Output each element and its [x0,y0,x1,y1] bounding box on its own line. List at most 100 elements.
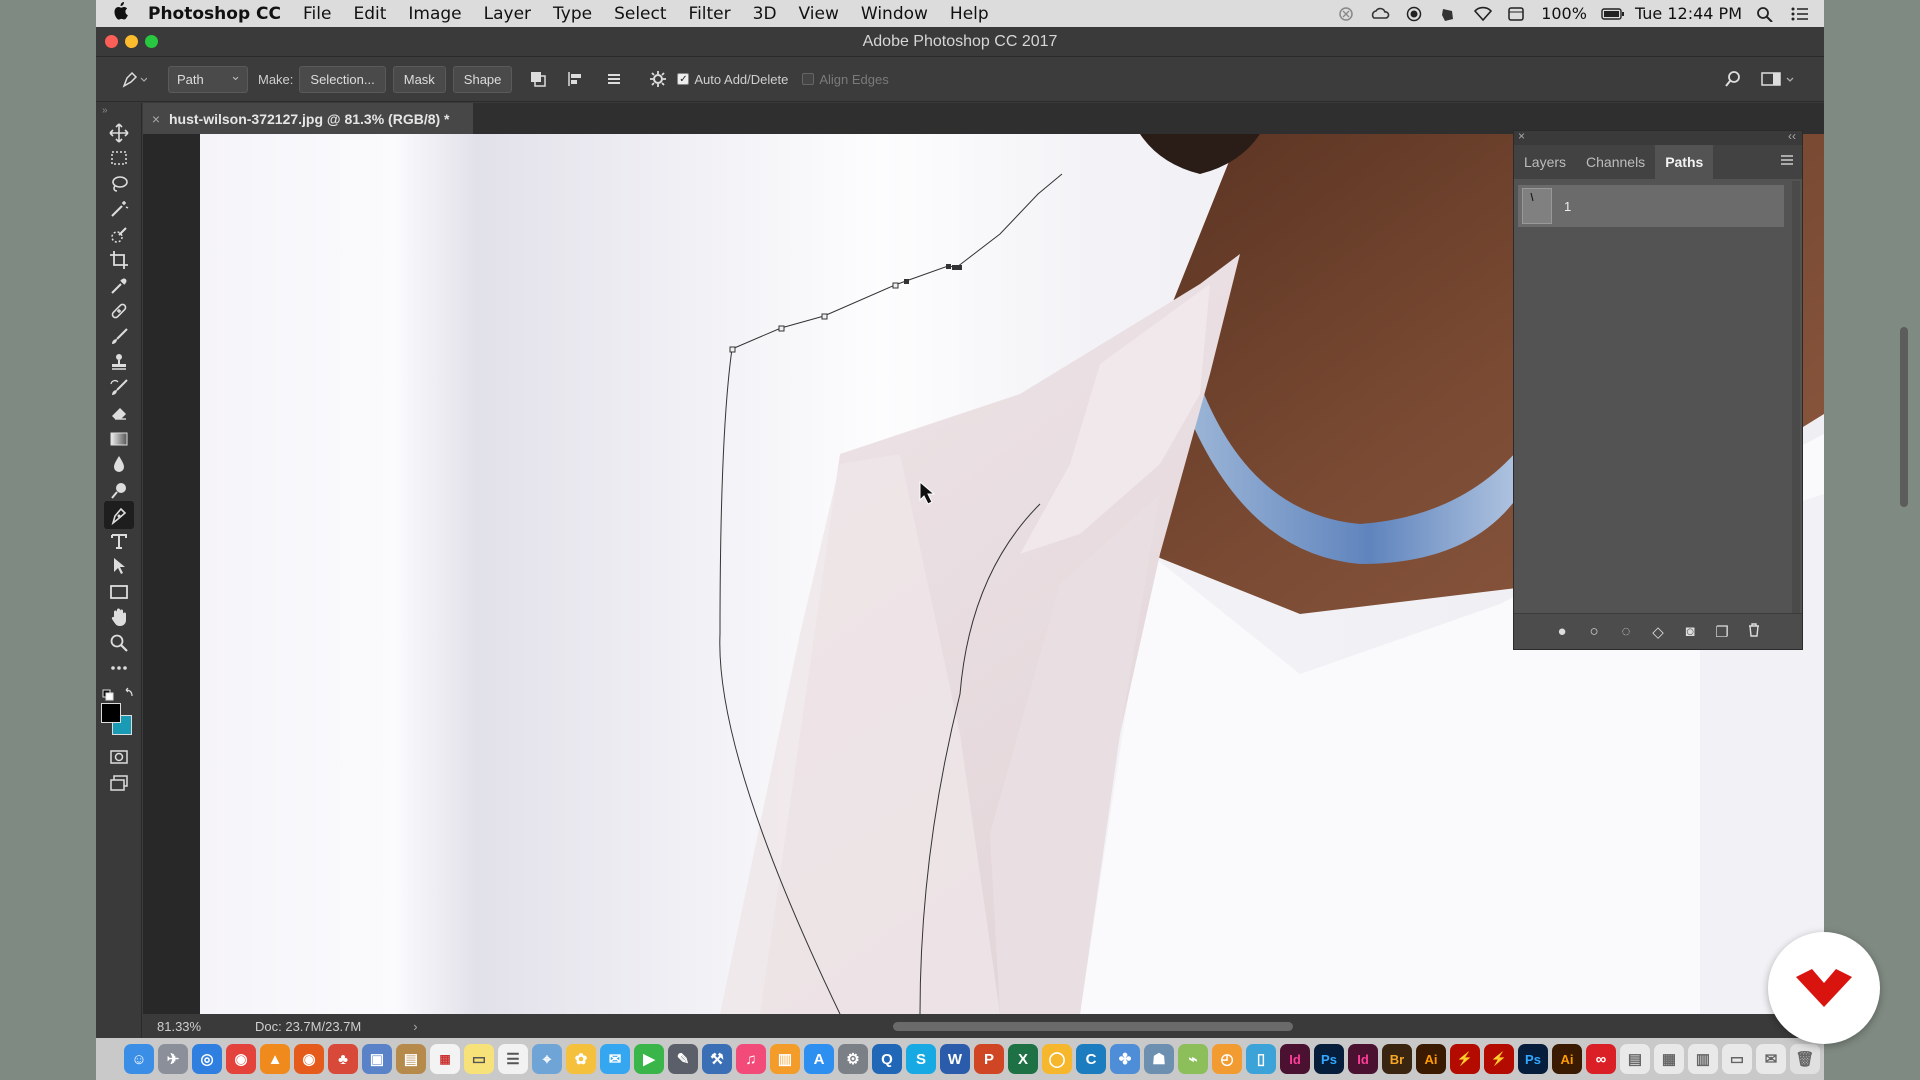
ibooks-icon[interactable]: ▥ [770,1044,800,1074]
hand-tool-icon[interactable] [104,603,134,631]
trash-icon[interactable]: 🗑 [1790,1044,1820,1074]
dodge-tool-icon[interactable] [104,476,134,504]
illustrator-2-icon[interactable]: Ai [1552,1044,1582,1074]
tab-paths[interactable]: Paths [1655,145,1714,179]
indesign-icon[interactable]: Id [1280,1044,1310,1074]
calendar-icon[interactable]: ▦ [430,1044,460,1074]
excel-icon[interactable]: X [1008,1044,1038,1074]
system-preferences-icon[interactable]: ⚙ [838,1044,868,1074]
firefox-icon[interactable]: ◉ [294,1044,324,1074]
acrobat-2-icon[interactable]: ⚡ [1484,1044,1514,1074]
path-arrangement-icon[interactable] [603,68,625,90]
new-path-icon[interactable]: ❐ [1713,623,1731,641]
keynote-icon[interactable]: ◯ [1042,1044,1072,1074]
document-tab[interactable]: × hust-wilson-372127.jpg @ 81.3% (RGB/8)… [143,103,473,134]
eraser-tool-icon[interactable] [104,399,134,427]
stroke-path-icon[interactable]: ○ [1585,623,1603,640]
menu-type[interactable]: Type [542,4,603,24]
menu-file[interactable]: File [292,4,342,24]
quicktime-icon[interactable]: Q [872,1044,902,1074]
mail-stack-icon[interactable]: ✉ [1756,1044,1786,1074]
indesign-2-icon[interactable]: Id [1348,1044,1378,1074]
path-row[interactable]: 1 [1518,185,1784,227]
auto-add-delete-checkbox[interactable]: ✓ Auto Add/Delete [677,72,788,87]
menu-window[interactable]: Window [850,4,939,24]
default-colors-icon[interactable] [102,687,136,701]
zoom-level[interactable]: 81.33% [157,1019,241,1034]
record-icon[interactable] [1405,6,1425,22]
more-tools-icon[interactable] [104,654,134,682]
tool-mode-select[interactable]: Path [168,65,248,93]
acrobat-icon[interactable]: ⚡ [1450,1044,1480,1074]
make-work-path-icon[interactable]: ◇ [1649,623,1667,641]
menu-layer[interactable]: Layer [473,4,542,24]
grapher-icon[interactable]: ⌁ [1178,1044,1208,1074]
cyberduck-icon[interactable]: C [1076,1044,1106,1074]
folder-icon[interactable]: ▭ [1722,1044,1752,1074]
lasso-tool-icon[interactable] [104,170,134,198]
notes-icon[interactable]: ▭ [464,1044,494,1074]
safari-icon[interactable]: ◎ [192,1044,222,1074]
auto-add-delete-check-box[interactable]: ✓ [677,73,690,85]
path-selection-tool-icon[interactable] [104,552,134,580]
close-document-icon[interactable]: × [143,111,169,127]
horizontal-scrollbar[interactable] [893,1022,1293,1031]
screen-mode-icon[interactable] [104,769,134,797]
clipboard-icon[interactable]: ▯ [1246,1044,1276,1074]
collapse-panel-icon[interactable]: ‹‹ [1788,129,1796,143]
workspace-switcher-icon[interactable] [1758,68,1798,90]
skype-icon[interactable]: S [906,1044,936,1074]
popcorn-icon[interactable]: ♣ [328,1044,358,1074]
menu-view[interactable]: View [788,4,850,24]
wifi-icon[interactable] [1473,6,1493,22]
menu-help[interactable]: Help [939,4,1000,24]
menu-3d[interactable]: 3D [742,4,788,24]
apple-menu-icon[interactable] [96,2,144,25]
rectangle-tool-icon[interactable] [104,578,134,606]
app-store-icon[interactable]: A [804,1044,834,1074]
history-brush-tool-icon[interactable] [104,374,134,402]
clock-app-icon[interactable]: ◴ [1212,1044,1242,1074]
bridge-icon[interactable]: Br [1382,1044,1412,1074]
team-icon[interactable]: ✤ [1110,1044,1140,1074]
notification-center-icon[interactable] [1790,6,1810,22]
pen-tool-preset-icon[interactable] [116,68,150,90]
close-circle-icon[interactable] [1337,6,1357,22]
network-icon[interactable]: ☗ [1144,1044,1174,1074]
gradient-tool-icon[interactable] [104,425,134,453]
menu-select[interactable]: Select [603,4,677,24]
close-panel-icon[interactable]: × [1518,129,1525,143]
clone-stamp-tool-icon[interactable] [104,348,134,376]
finder-icon[interactable]: ☺ [124,1044,154,1074]
blur-tool-icon[interactable] [104,450,134,478]
menu-app-name[interactable]: Photoshop CC [144,4,292,24]
status-menu-arrow-icon[interactable]: › [413,1019,417,1034]
align-edges-check-box[interactable] [802,73,815,85]
add-mask-icon[interactable]: ◙ [1681,623,1699,640]
vlc-icon[interactable]: ▲ [260,1044,290,1074]
battery-icon[interactable] [1601,6,1624,22]
make-mask-button[interactable]: Mask [392,65,446,93]
marquee-tool-icon[interactable] [104,144,134,172]
pen-tool-icon[interactable] [104,501,134,529]
tab-channels[interactable]: Channels [1576,145,1655,179]
powerpoint-icon[interactable]: P [974,1044,1004,1074]
photoshop-2-icon[interactable]: Ps [1518,1044,1548,1074]
chrome-icon[interactable]: ◉ [226,1044,256,1074]
brush-tool-icon[interactable] [104,323,134,351]
photos-icon[interactable]: ✿ [566,1044,596,1074]
collapse-toolbar-icon[interactable]: » [102,105,108,116]
path-name[interactable]: 1 [1564,199,1571,214]
creative-cloud-icon[interactable] [1371,6,1391,22]
photoshop-dock-icon[interactable]: Ps [1314,1044,1344,1074]
crop-tool-icon[interactable] [104,246,134,274]
healing-brush-tool-icon[interactable] [104,297,134,325]
fill-path-icon[interactable]: ● [1553,623,1571,640]
vertical-scrollbar[interactable] [1900,327,1908,507]
evernote-icon[interactable] [1439,6,1459,22]
preview-icon[interactable]: ▣ [362,1044,392,1074]
menu-edit[interactable]: Edit [342,4,397,24]
clock[interactable]: Tue 12:44 PM [1635,4,1742,23]
quick-mask-icon[interactable] [104,743,134,771]
zoom-tool-icon[interactable] [104,629,134,657]
